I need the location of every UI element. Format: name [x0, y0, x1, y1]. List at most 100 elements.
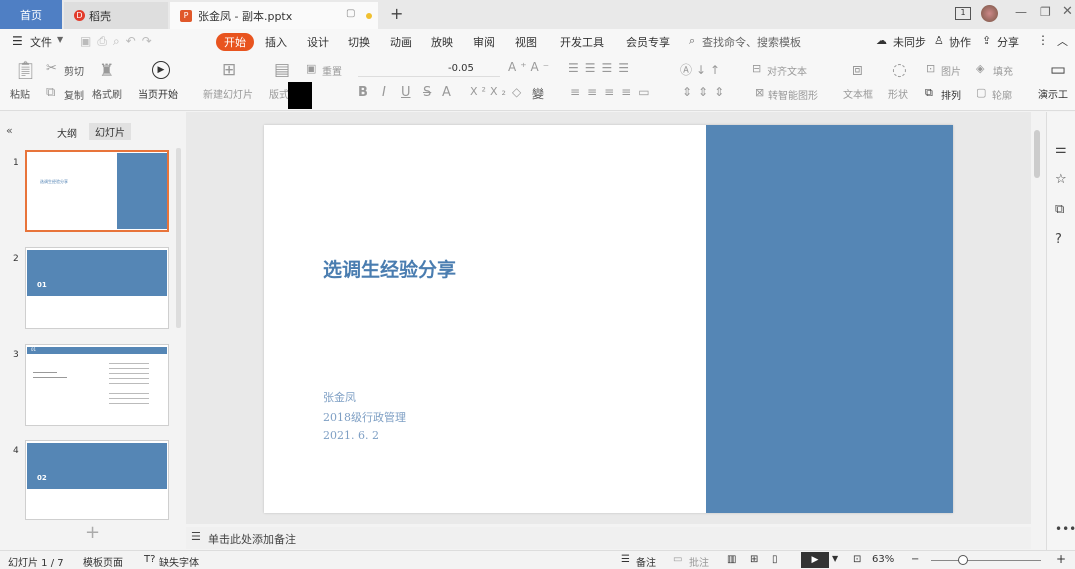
- collab-button[interactable]: 协作: [949, 34, 971, 50]
- slide-thumbnail-2[interactable]: 01: [25, 247, 169, 329]
- panel-scrollbar[interactable]: [176, 148, 181, 328]
- tab-slides[interactable]: 幻灯片: [89, 123, 131, 140]
- layout-icon[interactable]: ▤: [274, 60, 290, 80]
- more-options-icon[interactable]: •••: [1055, 522, 1075, 536]
- comments-toggle[interactable]: 批注: [689, 554, 709, 569]
- font-size-input[interactable]: -0.05: [448, 63, 474, 74]
- textbox-button[interactable]: 文本框: [843, 86, 873, 101]
- zoom-in-icon[interactable]: +: [1056, 552, 1066, 566]
- paste-icon[interactable]: 📋︎: [14, 60, 37, 81]
- tab-home[interactable]: 首页: [0, 0, 62, 29]
- menu-review[interactable]: 审阅: [473, 34, 495, 50]
- tab-outline[interactable]: 大纲: [57, 125, 77, 140]
- new-slide-icon[interactable]: ⊞: [222, 60, 236, 80]
- spacing-icons[interactable]: ⇕⇕⇕: [682, 85, 730, 99]
- presentation-tool-button[interactable]: 演示工: [1038, 86, 1068, 101]
- bold-button[interactable]: B: [358, 85, 368, 100]
- more-icon[interactable]: ⋮: [1037, 33, 1049, 47]
- italic-button[interactable]: I: [382, 85, 386, 100]
- transition-icon[interactable]: ⧉: [1055, 202, 1064, 217]
- chevron-down-icon[interactable]: ▼: [57, 35, 63, 44]
- notes-toggle[interactable]: 备注: [636, 554, 656, 569]
- menu-slideshow[interactable]: 放映: [431, 34, 453, 50]
- notes-bar[interactable]: ☰ 单击此处添加备注: [186, 527, 1031, 549]
- tab-docer[interactable]: D 稻壳: [64, 2, 168, 29]
- layout-button[interactable]: 版式: [269, 86, 289, 101]
- menu-member[interactable]: 会员专享: [626, 34, 670, 50]
- zoom-level[interactable]: 63%: [872, 554, 894, 565]
- missing-font[interactable]: 缺失字体: [159, 554, 199, 569]
- slide-thumbnail-4[interactable]: 02: [25, 440, 169, 520]
- from-current-button[interactable]: 当页开始: [138, 86, 178, 101]
- menu-file[interactable]: 文件: [30, 34, 52, 50]
- outline-icon[interactable]: ▢: [976, 86, 986, 99]
- list-icons[interactable]: ☰☰☰☰: [568, 61, 635, 75]
- textbox-icon[interactable]: ⧈: [852, 60, 863, 80]
- format-painter-button[interactable]: 格式刷: [92, 86, 122, 101]
- align-text-icon[interactable]: ⊟: [752, 62, 761, 75]
- avatar[interactable]: [981, 5, 998, 22]
- outline-button[interactable]: 轮廓: [992, 87, 1012, 102]
- reset-icon[interactable]: ▣: [306, 62, 316, 75]
- format-painter-icon[interactable]: ♜: [99, 61, 114, 81]
- window-icon[interactable]: ▢: [346, 8, 355, 19]
- star-icon[interactable]: ☆: [1055, 172, 1067, 187]
- help-icon[interactable]: ?: [1055, 232, 1062, 247]
- menu-animation[interactable]: 动画: [390, 34, 412, 50]
- settings-sliders-icon[interactable]: ⚌: [1055, 142, 1067, 157]
- presentation-tool-icon[interactable]: ▭: [1050, 60, 1066, 80]
- shape-button[interactable]: 形状: [888, 86, 908, 101]
- tab-document[interactable]: P 张金凤 - 副本.pptx ▢: [170, 2, 378, 29]
- shape-icon[interactable]: ◌: [892, 60, 907, 80]
- minimize-icon[interactable]: —: [1015, 5, 1027, 19]
- quick-access-icons[interactable]: ▣⎙⌕↶↷: [80, 34, 158, 49]
- eraser-icon[interactable]: ◇: [512, 85, 521, 99]
- cut-button[interactable]: 剪切: [64, 63, 84, 78]
- font-color-button[interactable]: A: [442, 85, 451, 100]
- slide-class[interactable]: 2018级行政管理: [323, 409, 406, 425]
- search-icon[interactable]: ⌕: [689, 34, 695, 48]
- fill-icon[interactable]: ◈: [976, 62, 984, 75]
- slide-thumbnail-3[interactable]: 01: [25, 344, 169, 426]
- collapse-panel-icon[interactable]: «: [6, 124, 13, 137]
- zoom-out-icon[interactable]: −: [911, 554, 919, 565]
- align-icons[interactable]: ≡≡≡≡▭: [570, 85, 657, 99]
- arrange-icon[interactable]: ⧉: [925, 86, 933, 100]
- super-subscript-icon[interactable]: X²X₂: [470, 85, 510, 98]
- arrange-button[interactable]: 排列: [941, 87, 961, 102]
- restore-icon[interactable]: ❐: [1040, 5, 1051, 19]
- text-direction-icons[interactable]: Ⓐ↓↑: [680, 61, 724, 78]
- play-icon[interactable]: ▶: [152, 61, 170, 79]
- menu-transition[interactable]: 切换: [348, 34, 370, 50]
- slide-title[interactable]: 选调生经验分享: [323, 255, 456, 282]
- fit-screen-icon[interactable]: ⊡: [853, 554, 861, 565]
- font-grow-shrink-icon[interactable]: A⁺A⁻: [508, 60, 553, 74]
- pinyin-icon[interactable]: 變: [532, 85, 544, 102]
- zoom-slider[interactable]: [931, 560, 1041, 561]
- menu-view[interactable]: 视图: [515, 34, 537, 50]
- new-slide-button[interactable]: 新建幻灯片: [203, 86, 253, 101]
- add-tab-button[interactable]: +: [390, 4, 403, 23]
- play-slideshow-button[interactable]: ▶: [801, 552, 829, 568]
- menu-design[interactable]: 设计: [307, 34, 329, 50]
- hamburger-icon[interactable]: ☰: [12, 34, 23, 48]
- scissors-icon[interactable]: ✂: [46, 61, 57, 76]
- zoom-slider-handle[interactable]: [958, 555, 968, 565]
- comments-icon[interactable]: ▭: [673, 554, 682, 565]
- picture-icon[interactable]: ⊡: [926, 62, 935, 75]
- normal-view-icon[interactable]: ▥: [727, 554, 736, 565]
- template-page[interactable]: 模板页面: [83, 554, 123, 569]
- slide-thumbnail-1[interactable]: 选调生经验分享: [25, 150, 169, 232]
- align-text-button[interactable]: 对齐文本: [767, 63, 807, 78]
- chevron-down-icon[interactable]: ▼: [832, 554, 838, 563]
- menu-start[interactable]: 开始: [216, 33, 254, 51]
- copy-button[interactable]: 复制: [64, 87, 84, 102]
- fill-button[interactable]: 填充: [993, 63, 1013, 78]
- slide-author[interactable]: 张金凤: [323, 389, 356, 405]
- add-slide-button[interactable]: +: [85, 522, 100, 543]
- close-icon[interactable]: ✕: [1062, 4, 1073, 19]
- share-button[interactable]: 分享: [997, 34, 1019, 50]
- notes-toggle-icon[interactable]: ☰: [621, 554, 630, 565]
- sorter-view-icon[interactable]: ⊞: [750, 554, 758, 565]
- notes-placeholder[interactable]: 单击此处添加备注: [208, 531, 296, 547]
